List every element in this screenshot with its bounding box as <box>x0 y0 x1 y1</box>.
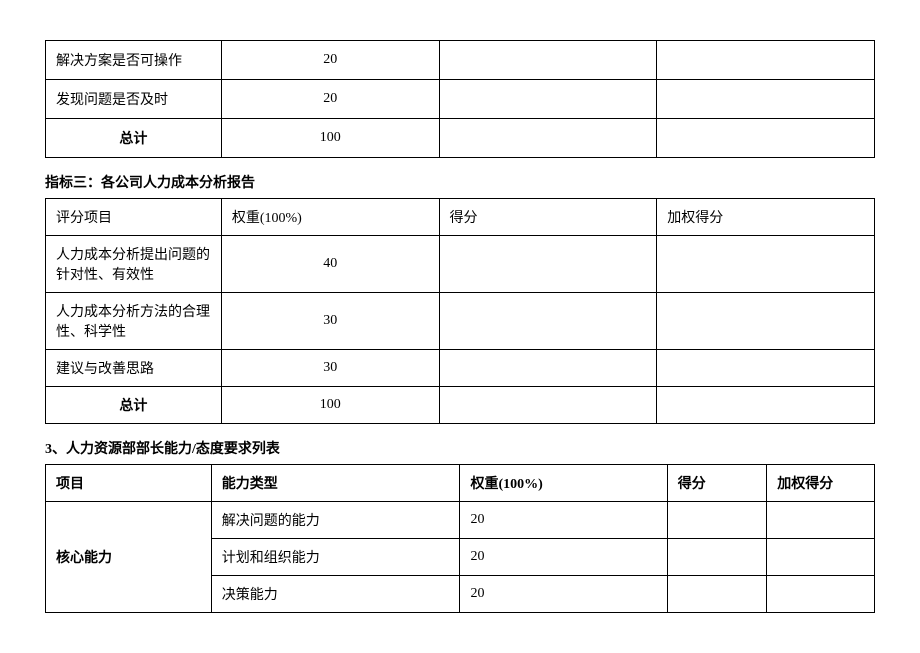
cell-score <box>439 80 657 119</box>
cell-weight: 20 <box>460 539 667 576</box>
cell-weight: 100 <box>221 119 439 158</box>
cell-weighted <box>657 119 875 158</box>
table-header-row: 项目 能力类型 权重(100%) 得分 加权得分 <box>46 465 875 502</box>
table-cost-analysis: 评分项目 权重(100%) 得分 加权得分 人力成本分析提出问题的针对性、有效性… <box>45 198 875 424</box>
cell-weighted <box>657 236 875 293</box>
table-row: 建议与改善思路 30 <box>46 350 875 387</box>
cell-score <box>439 119 657 158</box>
cell-weight: 100 <box>221 387 439 424</box>
cell-score <box>667 576 766 613</box>
cell-score <box>439 41 657 80</box>
header-project: 项目 <box>46 465 212 502</box>
section-heading-indicator-3: 指标三：各公司人力成本分析报告 <box>45 172 875 192</box>
cell-ability-type: 解决问题的能力 <box>211 502 460 539</box>
cell-score <box>439 293 657 350</box>
cell-weighted <box>767 502 875 539</box>
cell-item: 人力成本分析方法的合理性、科学性 <box>46 293 222 350</box>
cell-weighted <box>657 41 875 80</box>
table-ability-requirements: 项目 能力类型 权重(100%) 得分 加权得分 核心能力 解决问题的能力 20… <box>45 464 875 613</box>
cell-weight: 20 <box>460 502 667 539</box>
table-row-total: 总计 100 <box>46 387 875 424</box>
header-weighted: 加权得分 <box>657 199 875 236</box>
cell-weight: 30 <box>221 293 439 350</box>
cell-weight: 20 <box>221 80 439 119</box>
cell-weight: 20 <box>221 41 439 80</box>
cell-weight: 30 <box>221 350 439 387</box>
cell-weight: 20 <box>460 576 667 613</box>
cell-score <box>439 387 657 424</box>
cell-weighted <box>657 387 875 424</box>
header-ability-type: 能力类型 <box>211 465 460 502</box>
table-row: 人力成本分析提出问题的针对性、有效性 40 <box>46 236 875 293</box>
table-evaluation-partial: 解决方案是否可操作 20 发现问题是否及时 20 总计 100 <box>45 40 875 158</box>
cell-score <box>439 236 657 293</box>
cell-weighted <box>657 80 875 119</box>
cell-item: 人力成本分析提出问题的针对性、有效性 <box>46 236 222 293</box>
cell-score <box>439 350 657 387</box>
cell-total-label: 总计 <box>46 387 222 424</box>
table-row: 人力成本分析方法的合理性、科学性 30 <box>46 293 875 350</box>
table-row: 解决方案是否可操作 20 <box>46 41 875 80</box>
header-weight: 权重(100%) <box>460 465 667 502</box>
cell-weighted <box>767 539 875 576</box>
header-score: 得分 <box>439 199 657 236</box>
table-row: 核心能力 解决问题的能力 20 <box>46 502 875 539</box>
cell-weighted <box>657 350 875 387</box>
cell-score <box>667 539 766 576</box>
cell-item: 建议与改善思路 <box>46 350 222 387</box>
cell-item: 发现问题是否及时 <box>46 80 222 119</box>
header-item: 评分项目 <box>46 199 222 236</box>
cell-ability-type: 计划和组织能力 <box>211 539 460 576</box>
cell-total-label: 总计 <box>46 119 222 158</box>
header-weight: 权重(100%) <box>221 199 439 236</box>
header-weighted: 加权得分 <box>767 465 875 502</box>
section-heading-ability-list: 3、人力资源部部长能力/态度要求列表 <box>45 438 875 458</box>
cell-score <box>667 502 766 539</box>
table-header-row: 评分项目 权重(100%) 得分 加权得分 <box>46 199 875 236</box>
cell-weighted <box>657 293 875 350</box>
header-score: 得分 <box>667 465 766 502</box>
cell-ability-type: 决策能力 <box>211 576 460 613</box>
cell-group-label: 核心能力 <box>46 502 212 613</box>
cell-item: 解决方案是否可操作 <box>46 41 222 80</box>
cell-weight: 40 <box>221 236 439 293</box>
table-row-total: 总计 100 <box>46 119 875 158</box>
table-row: 发现问题是否及时 20 <box>46 80 875 119</box>
cell-weighted <box>767 576 875 613</box>
